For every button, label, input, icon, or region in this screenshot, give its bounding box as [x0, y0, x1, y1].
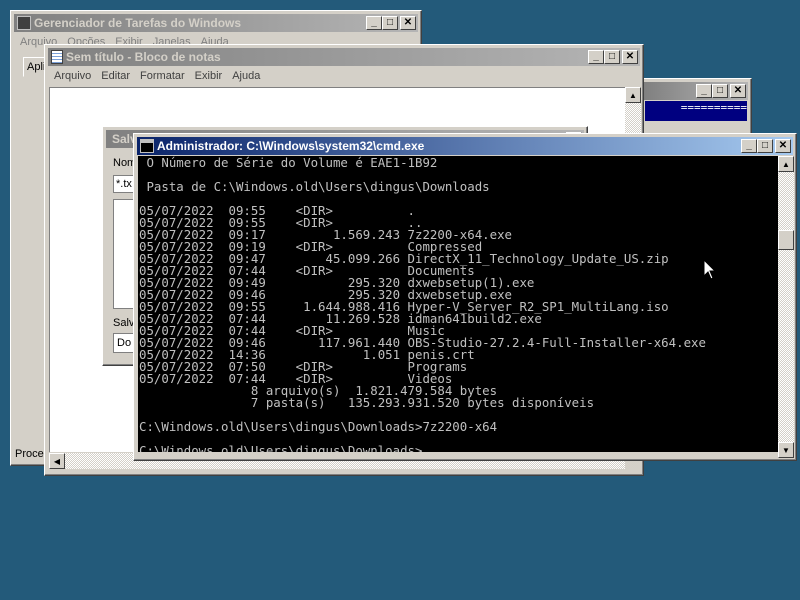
cmd-title: Administrador: C:\Windows\system32\cmd.e…: [157, 139, 425, 153]
minimize-icon: _: [701, 85, 707, 96]
minimize-icon: _: [593, 51, 599, 62]
menu-arquivo[interactable]: Arquivo: [49, 70, 96, 82]
maximize-button[interactable]: □: [712, 84, 728, 98]
arrow-left-icon: ◀: [53, 456, 61, 466]
cmd-console-output[interactable]: O Número de Série do Volume é EAE1-1B92 …: [138, 156, 778, 452]
close-icon: ✕: [778, 140, 788, 151]
maximize-icon: □: [761, 140, 769, 151]
maximize-button[interactable]: □: [382, 16, 398, 30]
scroll-up-button[interactable]: ▲: [778, 156, 794, 172]
arrow-up-icon: ▲: [629, 90, 637, 100]
encoding-select-value: Do: [117, 337, 132, 349]
close-button[interactable]: ✕: [775, 139, 791, 153]
console-line: 7 pasta(s) 135.293.931.520 bytes disponí…: [139, 395, 595, 410]
save-as-type-label: Salv: [113, 317, 134, 329]
notepad-app-icon: [51, 50, 63, 64]
close-icon: ✕: [403, 17, 413, 28]
arrow-down-icon: ▼: [782, 445, 790, 455]
cmd-titlebar[interactable]: Administrador: C:\Windows\system32\cmd.e…: [137, 137, 793, 155]
blue-window[interactable]: _ □ ✕ ==========: [640, 78, 752, 138]
close-button[interactable]: ✕: [622, 50, 638, 64]
console-line: C:\Windows.old\Users\dingus\Downloads>: [139, 443, 423, 452]
menu-formatar[interactable]: Formatar: [135, 70, 190, 82]
cmd-window[interactable]: Administrador: C:\Windows\system32\cmd.e…: [133, 133, 797, 461]
close-icon: ✕: [733, 85, 743, 96]
maximize-icon: □: [608, 51, 616, 62]
close-button[interactable]: ✕: [730, 84, 746, 98]
minimize-icon: _: [371, 17, 377, 28]
scroll-left-button[interactable]: ◀: [49, 453, 65, 469]
task-manager-app-icon: [17, 16, 31, 30]
minimize-button[interactable]: _: [366, 16, 382, 30]
task-manager-title: Gerenciador de Tarefas do Windows: [34, 16, 242, 30]
tab-applications-label: Apli: [27, 61, 46, 73]
menu-exibir[interactable]: Exibir: [190, 70, 228, 82]
maximize-icon: □: [716, 85, 724, 96]
minimize-icon: _: [746, 140, 752, 151]
scroll-up-button[interactable]: ▲: [625, 87, 641, 103]
file-name-input-value: *.tx: [116, 178, 132, 190]
notepad-menubar: Arquivo Editar Formatar Exibir Ajuda: [49, 67, 639, 85]
menu-ajuda[interactable]: Ajuda: [227, 70, 265, 82]
cmd-app-icon: [140, 139, 154, 153]
console-line: Pasta de C:\Windows.old\Users\dingus\Dow…: [139, 179, 490, 194]
blue-window-titlebar[interactable]: _ □ ✕: [644, 82, 748, 100]
maximize-button[interactable]: □: [604, 50, 620, 64]
maximize-button[interactable]: □: [757, 139, 773, 153]
notepad-title: Sem título - Bloco de notas: [66, 50, 221, 64]
mouse-pointer-icon: [703, 259, 717, 280]
console-line: C:\Windows.old\Users\dingus\Downloads>7z…: [139, 419, 498, 434]
blue-window-content: ==========: [645, 101, 747, 121]
minimize-button[interactable]: _: [588, 50, 604, 64]
menu-editar[interactable]: Editar: [96, 70, 135, 82]
scroll-thumb[interactable]: [778, 230, 794, 250]
minimize-button[interactable]: _: [741, 139, 757, 153]
notepad-titlebar[interactable]: Sem título - Bloco de notas _ □ ✕: [48, 48, 640, 66]
cmd-vertical-scrollbar[interactable]: ▲ ▼: [778, 156, 794, 458]
save-as-type-label-text: Salv: [113, 317, 135, 329]
console-line: O Número de Série do Volume é EAE1-1B92: [139, 156, 438, 170]
close-icon: ✕: [625, 51, 635, 62]
task-manager-titlebar[interactable]: Gerenciador de Tarefas do Windows _ □ ✕: [14, 14, 418, 32]
arrow-up-icon: ▲: [782, 159, 790, 169]
scroll-down-button[interactable]: ▼: [778, 442, 794, 458]
maximize-icon: □: [386, 17, 394, 28]
minimize-button[interactable]: _: [696, 84, 712, 98]
close-button[interactable]: ✕: [400, 16, 416, 30]
blue-window-text: ==========: [680, 101, 747, 114]
